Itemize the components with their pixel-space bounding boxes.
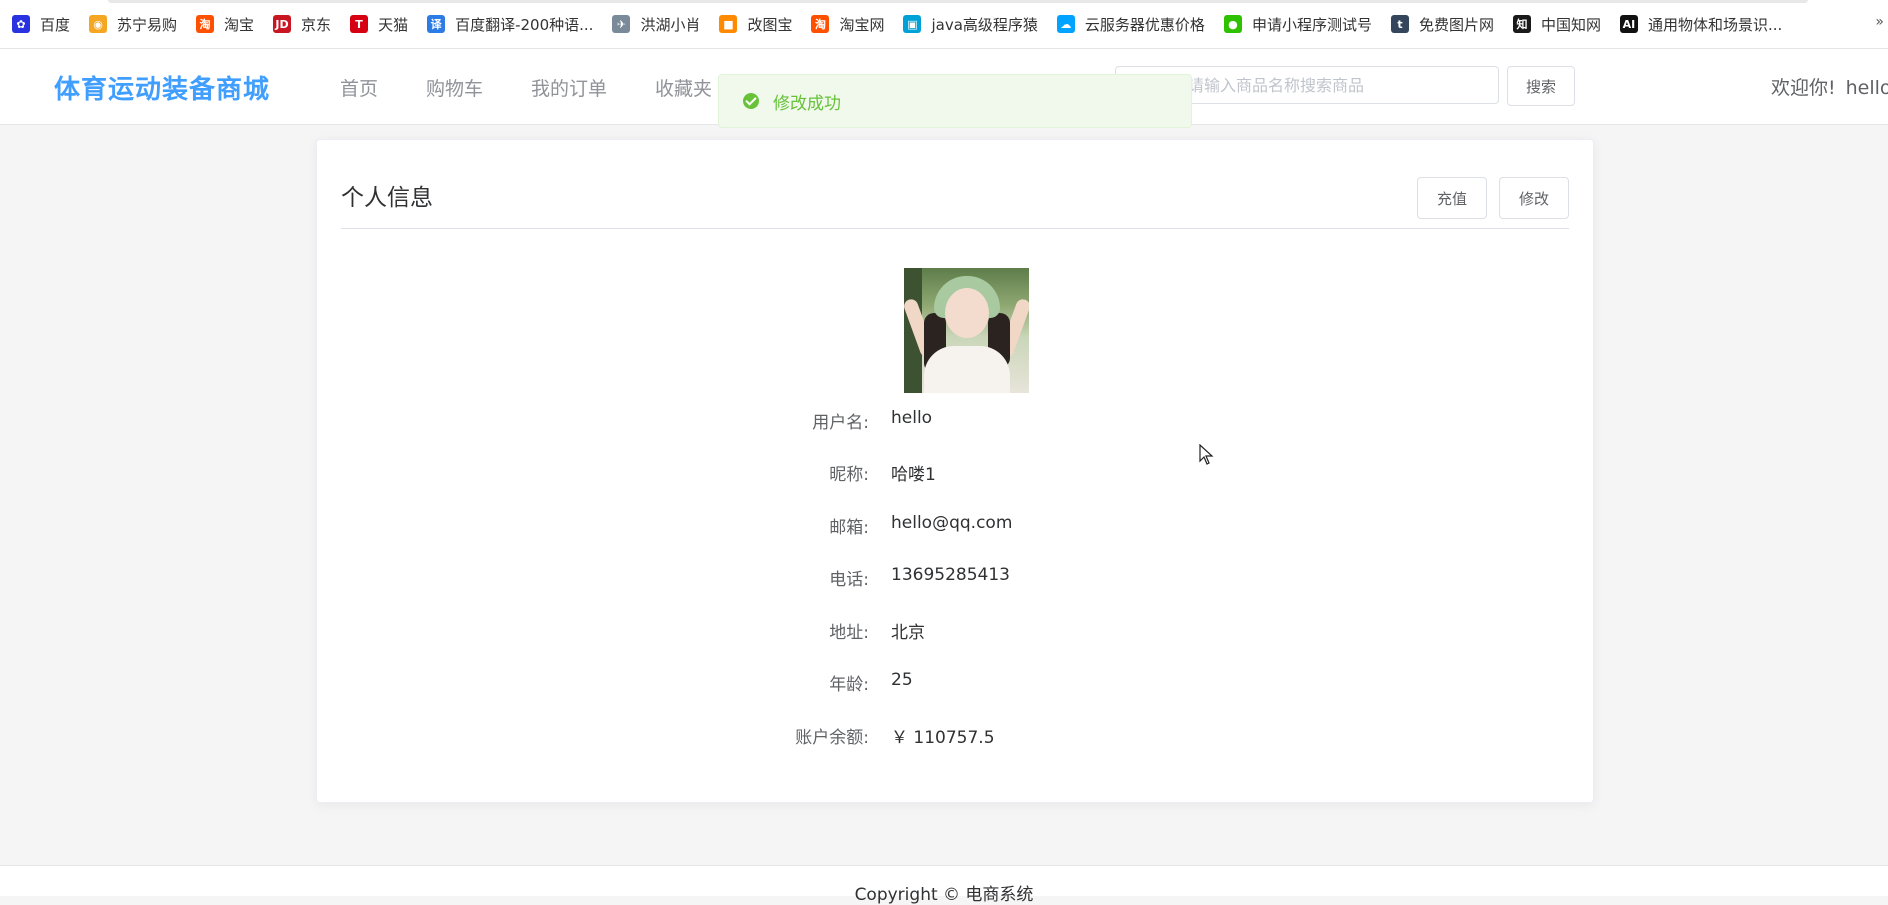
bookmark-label: 苏宁易购 [117, 15, 178, 34]
bookmark-label: 申请小程序测试号 [1251, 15, 1372, 34]
site-footer: Copyright © 电商系统 [0, 865, 1888, 905]
bookmark-item[interactable]: ● 申请小程序测试号 [1223, 9, 1372, 39]
main-nav: 首页 购物车 我的订单 收藏夹 [340, 49, 760, 125]
bird-icon: ✈ [612, 15, 631, 33]
bookmark-label: 洪湖小肖 [640, 15, 701, 34]
search-button[interactable]: 搜索 [1507, 66, 1575, 106]
field-balance: 账户余额: ￥ 110757.5 [617, 723, 1317, 753]
username-link[interactable]: hello [1846, 77, 1888, 99]
nav-favorites[interactable]: 收藏夹 [655, 74, 712, 101]
field-label: 地址: [829, 623, 869, 643]
baidu-paw-icon: ✿ [12, 15, 30, 33]
bookmarks-overflow-icon[interactable]: » [1875, 14, 1884, 30]
cursor-arrow-icon [1199, 444, 1214, 465]
bookmark-label: 淘宝 [224, 15, 255, 34]
field-email: 邮箱: hello@qq.com [617, 513, 1317, 543]
bookmark-label: 百度 [40, 15, 71, 34]
field-phone: 电话: 13695285413 [617, 565, 1317, 595]
bookmark-label: 天猫 [378, 15, 409, 34]
bookmark-label: 淘宝网 [839, 15, 885, 34]
gaitubao-icon: ■ [719, 15, 738, 33]
bookmark-item[interactable]: 淘淘宝网 [811, 9, 884, 39]
taobao-icon: 淘 [811, 15, 830, 33]
bookmark-item[interactable]: 淘淘宝 [196, 9, 254, 39]
success-toast: 修改成功 [718, 74, 1192, 128]
edit-button[interactable]: 修改 [1499, 177, 1569, 219]
tmall-icon: T [350, 15, 369, 33]
field-label: 账户余额: [795, 728, 869, 748]
bookmark-item[interactable]: ◉ 苏宁易购 [89, 9, 177, 39]
bookmark-label: 百度翻译-200种语... [455, 15, 594, 34]
welcome-text: 欢迎你! [1771, 77, 1836, 99]
tab-strip-edge [108, 0, 1808, 3]
field-label: 用户名: [812, 413, 869, 433]
copyright-text: Copyright © 电商系统 [854, 885, 1034, 905]
field-address: 地址: 北京 [617, 618, 1317, 648]
field-age: 年龄: 25 [617, 670, 1317, 700]
avatar [904, 268, 1029, 393]
card-title: 个人信息 [341, 185, 433, 211]
nav-home[interactable]: 首页 [340, 74, 378, 101]
user-welcome: 欢迎你! hello [1771, 73, 1888, 100]
bookmarks-bar: ✿ 百度 ◉ 苏宁易购淘淘宝 JD 京东 T 天猫译百度翻译-200种语... ✈ 洪湖小肖 ■ 改图… [0, 0, 1888, 49]
field-value: 哈喽1 [891, 465, 936, 485]
bookmark-label: java高级程序猿 [931, 15, 1038, 34]
bookmark-item[interactable]: ✈ 洪湖小肖 [612, 9, 700, 39]
bookmark-label: 中国知网 [1540, 15, 1601, 34]
field-label: 电话: [829, 570, 869, 590]
taobao-icon: 淘 [196, 15, 215, 33]
site-logo[interactable]: 体育运动装备商城 [54, 69, 270, 106]
bookmark-label: 免费图片网 [1418, 15, 1494, 34]
bookmark-item[interactable]: t 免费图片网 [1390, 9, 1494, 39]
jd-icon: JD [273, 15, 292, 33]
suning-lion-icon: ◉ [89, 15, 108, 33]
field-value: 13695285413 [891, 565, 1010, 585]
bookmark-label: 云服务器优惠价格 [1084, 15, 1205, 34]
bookmark-item[interactable]: ☁ 云服务器优惠价格 [1056, 9, 1205, 39]
field-value: 北京 [891, 623, 925, 643]
bookmarks-list: ✿ 百度 ◉ 苏宁易购淘淘宝 JD 京东 T 天猫译百度翻译-200种语... ✈ 洪湖小肖 ■ 改图… [12, 9, 1801, 39]
bookmark-label: 通用物体和场景识... [1647, 15, 1783, 34]
cnki-icon: 知 [1512, 15, 1531, 33]
wechat-icon: ● [1223, 15, 1242, 33]
avatar-body [924, 346, 1010, 393]
field-value: ￥ 110757.5 [891, 728, 995, 748]
tumblr-icon: t [1390, 15, 1409, 33]
cloud-icon: ☁ [1056, 15, 1075, 33]
bookmark-item[interactable]: ▣ java高级程序猿 [903, 9, 1038, 39]
avatar-face [945, 288, 989, 338]
bookmark-item[interactable]: T 天猫 [350, 9, 408, 39]
bookmark-item[interactable]: AI 通用物体和场景识... [1619, 9, 1783, 39]
bilibili-icon: ▣ [903, 15, 922, 33]
check-circle-icon [743, 93, 759, 109]
recharge-button[interactable]: 充值 [1417, 177, 1487, 219]
toast-message: 修改成功 [773, 93, 841, 114]
bookmark-label: 改图宝 [747, 15, 793, 34]
bookmark-item[interactable]: JD 京东 [273, 9, 331, 39]
profile-card: 个人信息 充值 修改 用户名: hello 昵称: 哈喽1 邮箱: hello@… [316, 139, 1594, 803]
field-value: hello [891, 408, 933, 428]
ai-icon: AI [1619, 15, 1638, 33]
bookmark-item[interactable]: ✿ 百度 [12, 9, 70, 39]
divider [341, 228, 1569, 229]
bookmark-item[interactable]: ■ 改图宝 [719, 9, 792, 39]
field-value: hello@qq.com [891, 513, 1013, 533]
field-value: 25 [891, 670, 913, 690]
bookmark-label: 京东 [301, 15, 332, 34]
nav-cart[interactable]: 购物车 [426, 74, 483, 101]
field-label: 年龄: [829, 675, 869, 695]
bookmark-item[interactable]: 译百度翻译-200种语... [427, 9, 593, 39]
nav-orders[interactable]: 我的订单 [531, 74, 607, 101]
field-label: 昵称: [829, 465, 869, 485]
bookmark-item[interactable]: 知中国知网 [1512, 9, 1601, 39]
field-label: 邮箱: [829, 518, 869, 538]
translate-icon: 译 [427, 15, 446, 33]
field-username: 用户名: hello [617, 408, 1317, 438]
